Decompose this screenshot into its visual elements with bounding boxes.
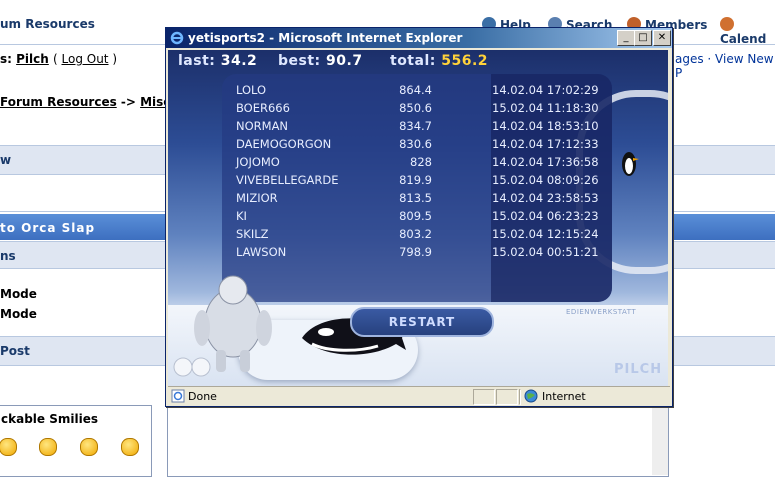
smilies-title: ckable Smilies <box>1 412 98 426</box>
hud-total: total: 556.2 <box>390 53 488 69</box>
post-label: Post <box>0 344 30 358</box>
highscore-row: SKILZ 803.2 15.02.04 12:15:24 <box>222 227 612 245</box>
window-title: yetisports2 - Microsoft Internet Explore… <box>188 31 463 45</box>
highscore-list: LOLO 864.4 14.02.04 17:02:29 BOER666 850.6 1… <box>222 74 612 302</box>
breadcrumb-forum-resources[interactable]: Forum Resources <box>0 95 117 109</box>
status-cell <box>496 389 518 405</box>
studio-watermark: EDIENWERKSTATT <box>566 308 637 316</box>
highscore-date: 14.02.04 18:53:10 <box>492 119 599 133</box>
status-cell <box>519 389 521 405</box>
maximize-button[interactable]: □ <box>634 30 652 46</box>
ie-icon <box>170 31 184 45</box>
highscore-name: KI <box>236 209 247 223</box>
forum-row-text: w <box>0 153 12 167</box>
highscore-row: NORMAN 834.7 14.02.04 18:53:10 <box>222 119 612 137</box>
internet-zone-icon <box>524 389 538 403</box>
game-canvas[interactable]: last: 34.2 best: 90.7 total: 556.2 LOLO 8… <box>168 50 668 386</box>
breadcrumb: Forum Resources -> Misc <box>0 95 170 109</box>
mode-option-1[interactable]: Mode <box>0 287 37 301</box>
smiley-icon[interactable] <box>80 438 98 456</box>
highscore-date: 14.02.04 17:36:58 <box>492 155 599 169</box>
highscore-name: DAEMOGORGON <box>236 137 332 151</box>
window-titlebar[interactable]: yetisports2 - Microsoft Internet Explore… <box>166 28 672 48</box>
highscore-score: 828 <box>410 155 432 169</box>
hud-last-value: 34.2 <box>220 53 258 69</box>
smiley-icon[interactable] <box>0 438 17 456</box>
hud-best: best: 90.7 <box>278 53 363 69</box>
smiley-icon[interactable] <box>121 438 139 456</box>
page-done-icon <box>171 389 185 403</box>
snowball-pile <box>173 357 211 377</box>
highscore-name: BOER666 <box>236 101 290 115</box>
highscore-row: VIVEBELLEGARDE 819.9 15.02.04 08:09:26 <box>222 173 612 191</box>
highscore-name: MIZIOR <box>236 191 278 205</box>
player-name: PILCH <box>614 362 663 377</box>
highscore-date: 15.02.04 08:09:26 <box>492 173 599 187</box>
penguin-character <box>622 152 639 176</box>
highscore-date: 15.02.04 11:18:30 <box>492 101 599 115</box>
highscore-row: LAWSON 798.9 15.02.04 00:51:21 <box>222 245 612 263</box>
highscore-name: SKILZ <box>236 227 269 241</box>
highscore-name: LAWSON <box>236 245 287 259</box>
hud-total-label: total: <box>390 53 436 69</box>
topic-title: to Orca Slap <box>0 221 96 235</box>
highscore-name: VIVEBELLEGARDE <box>236 173 339 187</box>
hud-best-label: best: <box>278 53 321 69</box>
ie-popup-window: yetisports2 - Microsoft Internet Explore… <box>165 27 673 407</box>
minimize-button[interactable]: _ <box>617 30 635 46</box>
highscore-row: MIZIOR 813.5 14.02.04 23:58:53 <box>222 191 612 209</box>
textarea-scrollbar[interactable] <box>652 405 668 475</box>
highscore-name: JOJOMO <box>236 155 280 169</box>
highscore-score: 864.4 <box>399 83 432 97</box>
highscore-date: 15.02.04 12:15:24 <box>492 227 599 241</box>
status-cell <box>473 389 495 405</box>
highscore-score: 803.2 <box>399 227 432 241</box>
highscore-date: 15.02.04 06:23:23 <box>492 209 599 223</box>
logout-link[interactable]: Log Out <box>62 52 109 66</box>
post-textarea[interactable] <box>167 405 669 477</box>
highscore-score: 798.9 <box>399 245 432 259</box>
highscore-score: 850.6 <box>399 101 432 115</box>
highscore-row: DAEMOGORGON 830.6 14.02.04 17:12:33 <box>222 137 612 155</box>
clickable-smilies-panel: ckable Smilies <box>0 405 152 477</box>
restart-button[interactable]: RESTART <box>350 307 494 337</box>
highscore-score: 809.5 <box>399 209 432 223</box>
highscore-date: 14.02.04 17:12:33 <box>492 137 599 151</box>
top-right-links[interactable]: ages · View New P <box>675 52 775 80</box>
highscore-date: 14.02.04 17:02:29 <box>492 83 599 97</box>
smiley-icon[interactable] <box>39 438 57 456</box>
highscore-row: LOLO 864.4 14.02.04 17:02:29 <box>222 83 612 101</box>
highscore-date: 14.02.04 23:58:53 <box>492 191 599 205</box>
breadcrumb-arrow: -> <box>116 95 141 109</box>
options-label: ns <box>0 249 16 263</box>
highscore-score: 819.9 <box>399 173 432 187</box>
mode-option-2[interactable]: Mode <box>0 307 37 321</box>
highscore-score: 834.7 <box>399 119 432 133</box>
user-prefix: s: <box>0 52 17 66</box>
highscore-row: JOJOMO 828 14.02.04 17:36:58 <box>222 155 612 173</box>
highscore-row: KI 809.5 15.02.04 06:23:23 <box>222 209 612 227</box>
status-bar: Done Internet <box>168 386 670 405</box>
hud-last: last: 34.2 <box>178 53 257 69</box>
status-zone: Internet <box>542 390 586 403</box>
highscore-row: BOER666 850.6 15.02.04 11:18:30 <box>222 101 612 119</box>
highscore-score: 830.6 <box>399 137 432 151</box>
highscore-name: NORMAN <box>236 119 289 133</box>
username-link[interactable]: Pilch <box>16 52 49 66</box>
nav-calendar[interactable]: Calend <box>720 17 775 46</box>
highscore-score: 813.5 <box>399 191 432 205</box>
hud-total-value: 556.2 <box>441 53 489 69</box>
forum-header-title: um Resources <box>0 17 95 31</box>
status-text: Done <box>188 390 217 403</box>
hud-best-value: 90.7 <box>326 53 363 69</box>
highscore-name: LOLO <box>236 83 267 97</box>
logged-in-as: s: Pilch ( Log Out ) <box>0 52 118 66</box>
hud-last-label: last: <box>178 53 216 69</box>
highscore-date: 15.02.04 00:51:21 <box>492 245 599 259</box>
calendar-icon <box>720 17 734 31</box>
close-button[interactable]: ✕ <box>653 30 671 46</box>
